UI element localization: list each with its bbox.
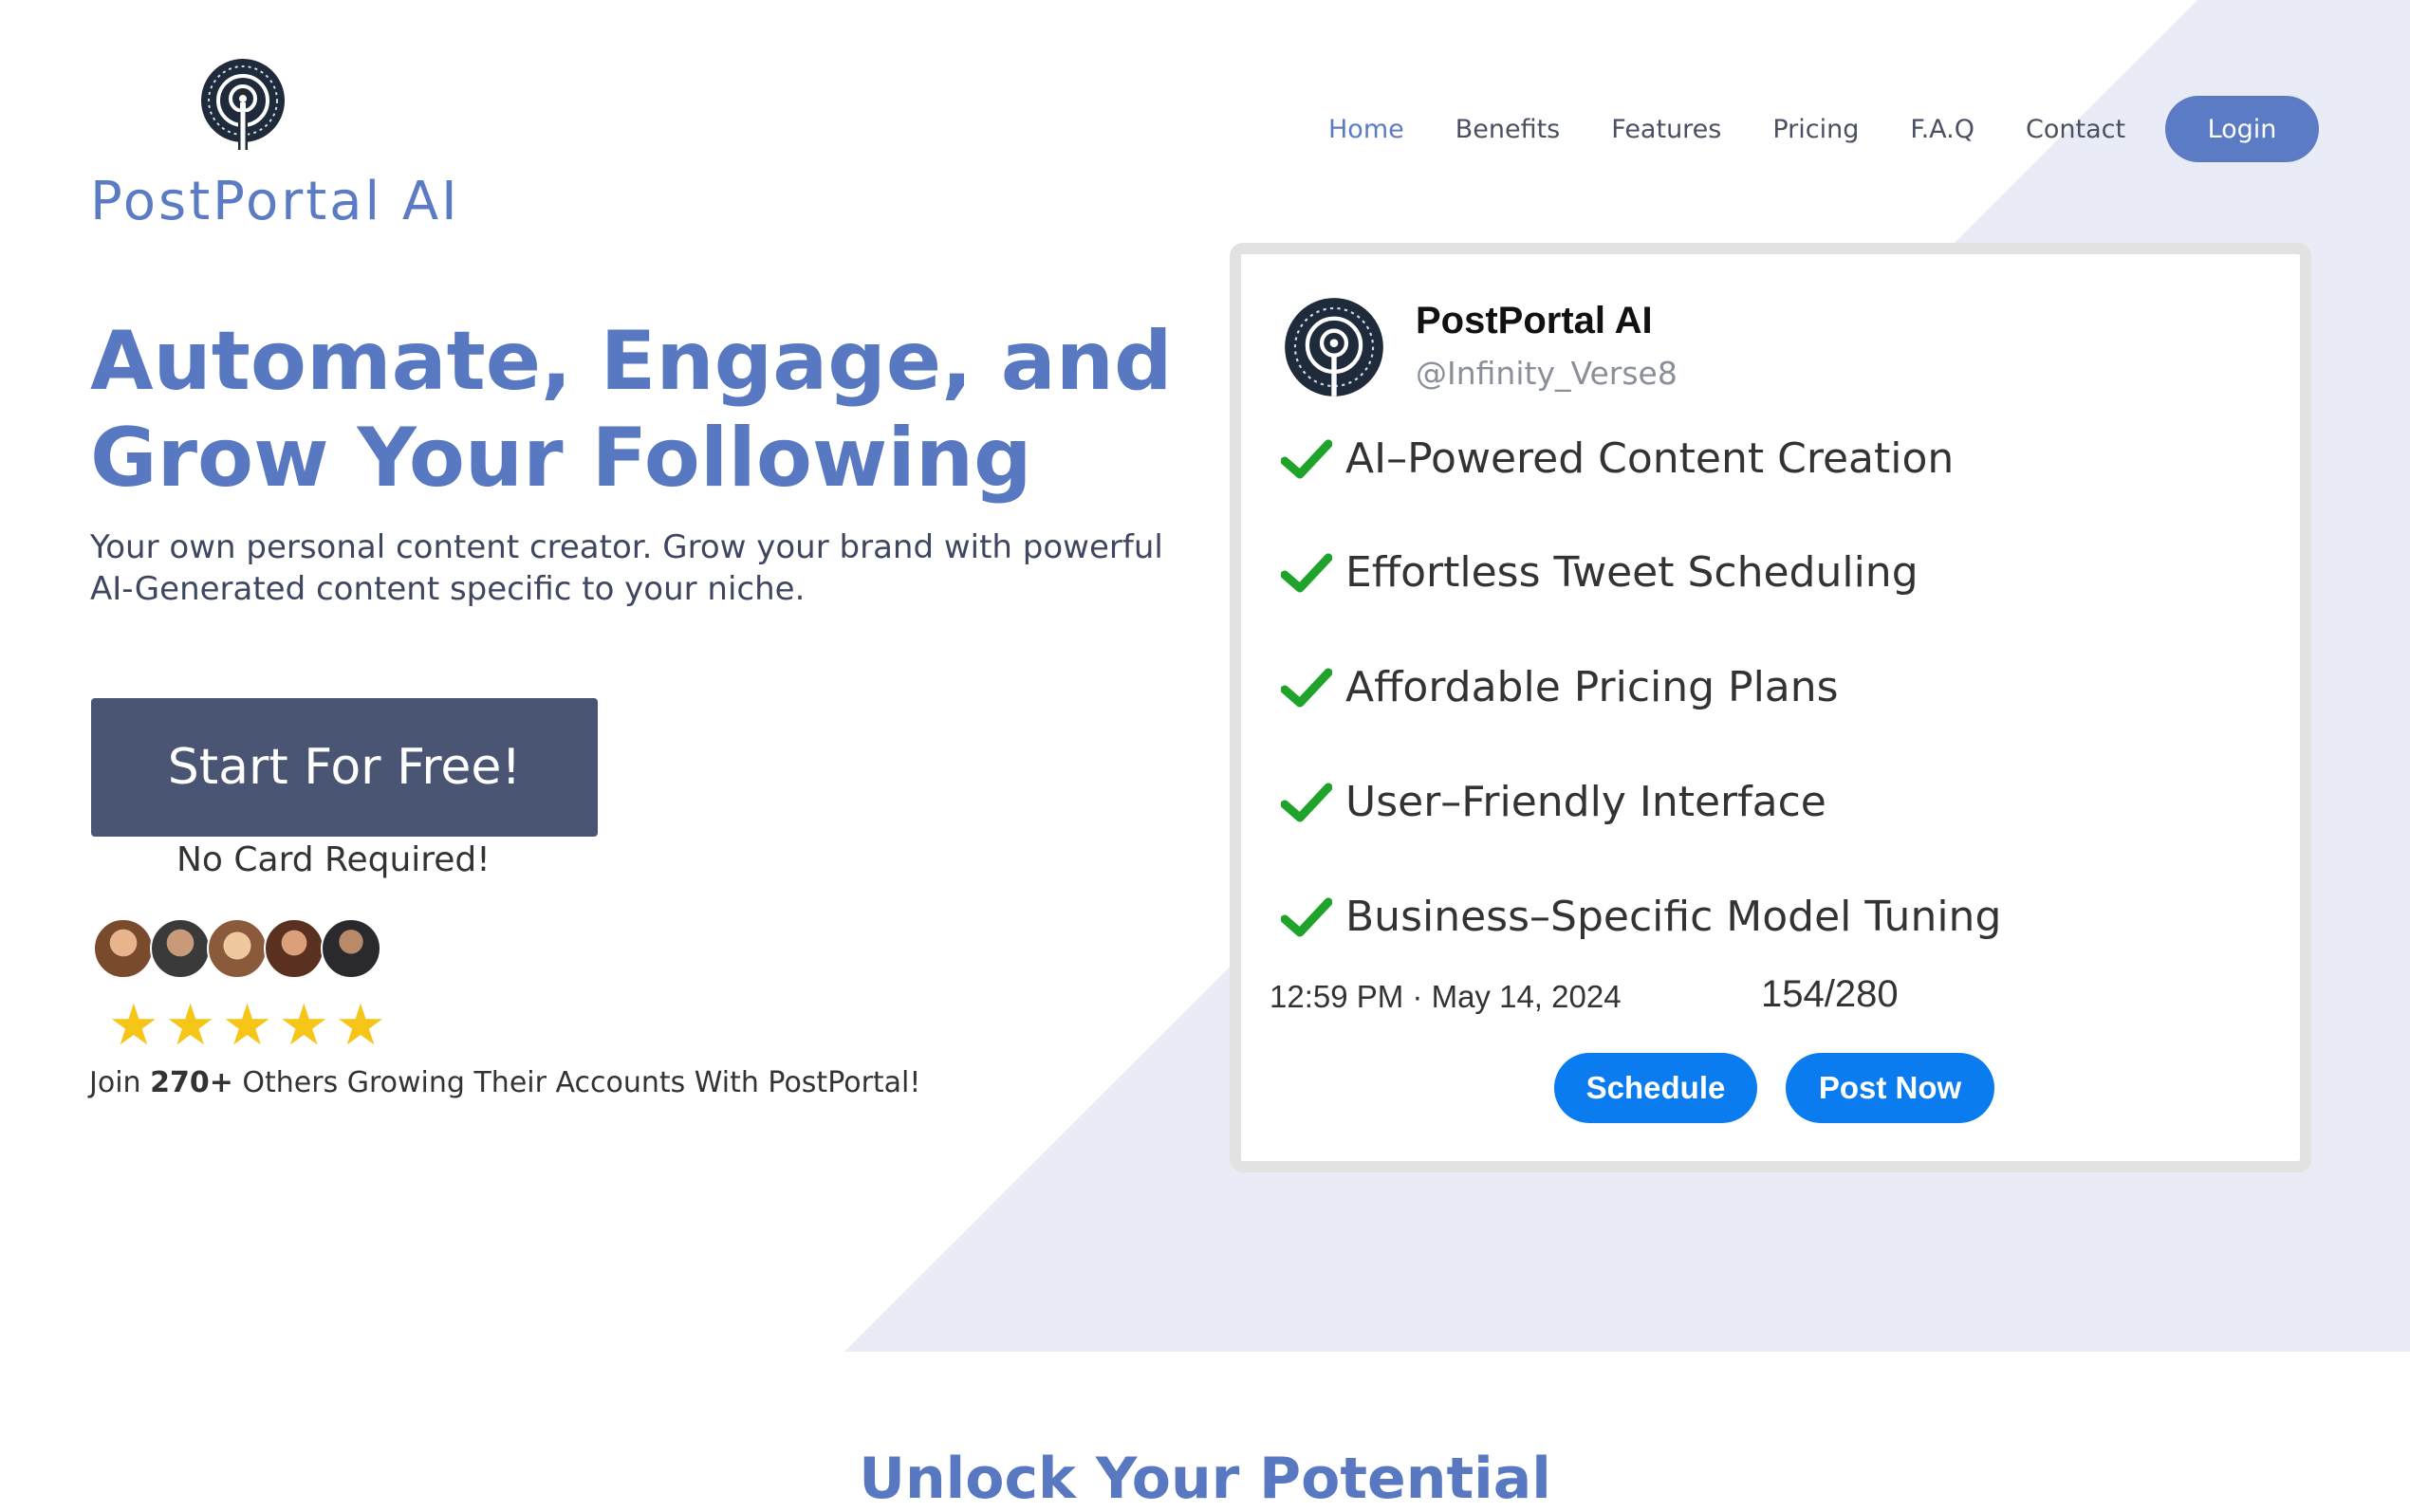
feature-item: Affordable Pricing Plans	[1281, 663, 1839, 711]
nav-benefits[interactable]: Benefits	[1455, 115, 1561, 144]
nav-features[interactable]: Features	[1611, 115, 1721, 144]
hero-subtitle-line-2: AI-Generated content specific to your ni…	[90, 570, 806, 608]
checkmark-icon	[1281, 553, 1332, 592]
feature-item: Business–Specific Model Tuning	[1281, 893, 2001, 941]
post-timestamp: 12:59 PM · May 14, 2024	[1270, 979, 1622, 1014]
portal-spiral-logo-icon[interactable]	[195, 57, 290, 152]
avatar	[321, 918, 381, 979]
feature-label: Business–Specific Model Tuning	[1345, 893, 2002, 941]
feature-label: User–Friendly Interface	[1345, 778, 1826, 826]
join-count: 270+	[150, 1066, 233, 1099]
feature-label: AI–Powered Content Creation	[1345, 434, 1955, 483]
nav-faq[interactable]: F.A.Q	[1910, 115, 1974, 144]
no-card-required-text: No Card Required!	[176, 840, 491, 879]
card-account-name: PostPortal AI	[1416, 300, 1653, 341]
tweet-preview-card: PostPortal AI @Infinity_Verse8 AI–Powere…	[1230, 243, 2311, 1172]
feature-item: Effortless Tweet Scheduling	[1281, 548, 1919, 597]
checkmark-icon	[1281, 897, 1332, 936]
join-suffix: Others Growing Their Accounts With PostP…	[232, 1066, 921, 1099]
nav-home[interactable]: Home	[1328, 115, 1404, 144]
feature-item: AI–Powered Content Creation	[1281, 434, 1954, 483]
checkmark-icon	[1281, 783, 1332, 821]
hero-title: Automate, Engage, and Grow Your Followin…	[90, 313, 1181, 507]
hero-title-line-1: Automate, Engage, and	[90, 314, 1173, 409]
checkmark-icon	[1281, 668, 1332, 707]
hero-title-line-2: Grow Your Following	[90, 411, 1032, 506]
section-title: Unlock Your Potential	[859, 1446, 1551, 1512]
nav-contact[interactable]: Contact	[2026, 115, 2125, 144]
portal-spiral-avatar-icon	[1285, 298, 1383, 396]
hero-subtitle-line-1: Your own personal content creator. Grow …	[90, 528, 1163, 566]
avatar	[207, 918, 268, 979]
login-button[interactable]: Login	[2165, 96, 2319, 162]
nav-pricing[interactable]: Pricing	[1772, 115, 1859, 144]
schedule-button[interactable]: Schedule	[1554, 1053, 1757, 1123]
user-avatars	[93, 918, 381, 981]
join-social-proof-text: Join 270+ Others Growing Their Accounts …	[89, 1066, 920, 1099]
avatar	[264, 918, 324, 979]
character-counter: 154/280	[1761, 973, 1899, 1015]
join-prefix: Join	[89, 1066, 151, 1099]
hero-subtitle: Your own personal content creator. Grow …	[90, 526, 1191, 610]
card-account-handle: @Infinity_Verse8	[1416, 355, 1678, 392]
avatar	[93, 918, 154, 979]
main-nav: Home Benefits Features Pricing F.A.Q Con…	[1328, 95, 2177, 163]
start-for-free-button[interactable]: Start For Free!	[91, 698, 598, 837]
feature-label: Affordable Pricing Plans	[1345, 663, 1839, 711]
feature-item: User–Friendly Interface	[1281, 778, 1826, 826]
post-now-button[interactable]: Post Now	[1786, 1053, 1994, 1123]
feature-label: Effortless Tweet Scheduling	[1345, 548, 1919, 597]
avatar	[150, 918, 211, 979]
brand-name[interactable]: PostPortal AI	[90, 171, 460, 232]
five-star-rating: ★★★★★	[108, 992, 392, 1059]
checkmark-icon	[1281, 439, 1332, 478]
